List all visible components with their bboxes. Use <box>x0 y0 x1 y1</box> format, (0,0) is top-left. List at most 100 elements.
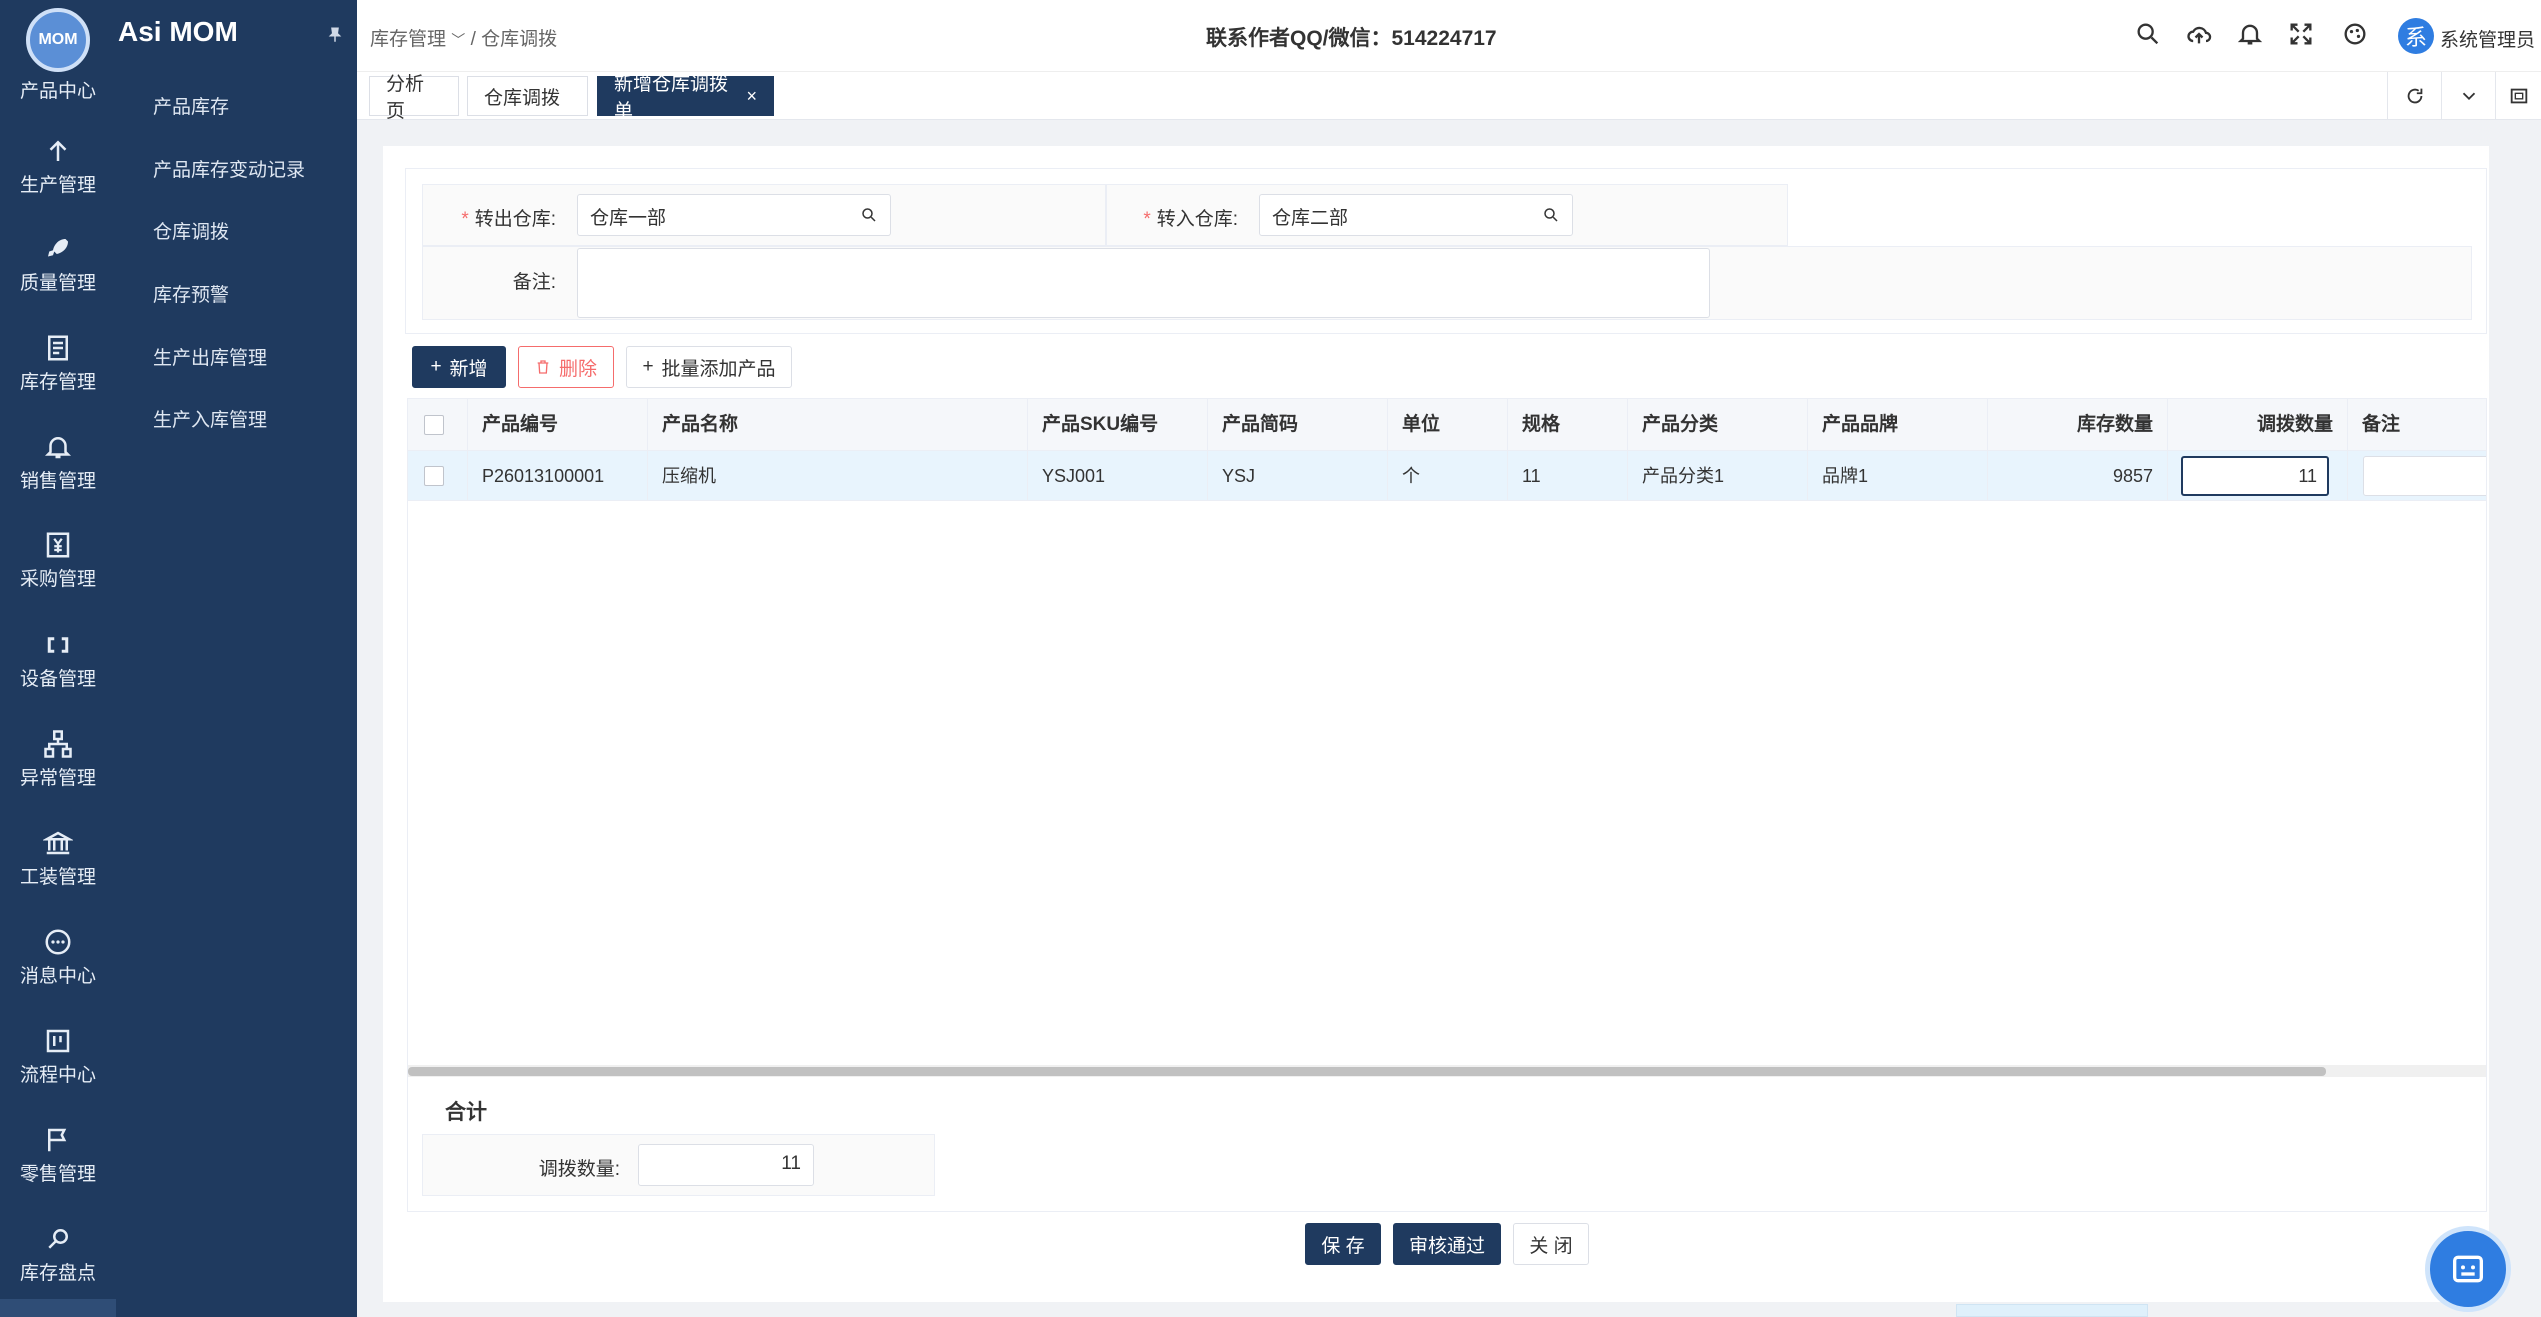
cloud-upload-icon[interactable] <box>2185 20 2213 48</box>
rail-item-tooling[interactable]: 工装管理 <box>0 828 116 924</box>
close-button[interactable]: 关 闭 <box>1513 1223 1589 1265</box>
palette-icon[interactable] <box>2341 20 2369 48</box>
bank-icon <box>43 831 73 855</box>
bell-icon[interactable] <box>2236 20 2264 48</box>
close-icon[interactable]: × <box>746 86 757 107</box>
rail-item-label: 零售管理 <box>19 1164 96 1185</box>
breadcrumb-sep: / <box>470 29 476 50</box>
col-header-sku[interactable]: 产品SKU编号 <box>1028 399 1208 451</box>
batch-add-button[interactable]: + 批量添加产品 <box>626 346 792 388</box>
save-button[interactable]: 保 存 <box>1305 1223 1381 1265</box>
tab-transfer[interactable]: 仓库调拨 <box>467 76 588 116</box>
plus-icon: + <box>430 356 442 377</box>
delete-button[interactable]: 删除 <box>518 346 614 388</box>
maximize-button[interactable] <box>2495 72 2541 120</box>
rail-item-quality[interactable]: 质量管理 <box>0 234 116 330</box>
row-checkbox[interactable] <box>424 466 444 486</box>
select-all-checkbox[interactable] <box>424 415 444 435</box>
submenu-item-product-stock[interactable]: 产品库存 <box>153 92 229 119</box>
rail-item-purchase[interactable]: 采购管理 <box>0 530 116 626</box>
rail-item-retail[interactable]: 零售管理 <box>0 1125 116 1221</box>
pin-icon[interactable] <box>326 24 344 46</box>
from-warehouse-field[interactable]: 仓库一部 <box>577 194 891 236</box>
breadcrumb-parent[interactable]: 库存管理 <box>370 29 446 50</box>
remark-label: 备注: <box>512 272 556 293</box>
rail-item-label: 采购管理 <box>19 569 96 590</box>
robot-icon <box>2453 1255 2483 1283</box>
assistant-button[interactable] <box>2425 1226 2511 1312</box>
header-select <box>408 399 468 451</box>
username[interactable]: 系统管理员 <box>2440 25 2535 52</box>
rail-item-workflow[interactable]: 流程中心 <box>0 1026 116 1122</box>
rail-item-equipment[interactable]: 设备管理 <box>0 630 116 726</box>
search-doc-icon <box>48 1229 68 1249</box>
scrollbar-thumb[interactable] <box>408 1067 2326 1076</box>
col-header-brand[interactable]: 产品品牌 <box>1808 399 1988 451</box>
col-header-short[interactable]: 产品简码 <box>1208 399 1388 451</box>
approve-button[interactable]: 审核通过 <box>1393 1223 1501 1265</box>
cell-category: 产品分类1 <box>1628 451 1808 501</box>
col-header-qty[interactable]: 调拨数量 <box>2168 399 2348 451</box>
search-icon[interactable] <box>1542 206 1560 224</box>
horizontal-scrollbar[interactable] <box>408 1065 2486 1077</box>
rail-item-label: 异常管理 <box>19 768 96 789</box>
rail-item-label: 销售管理 <box>19 471 96 492</box>
tab-label: 新增仓库调拨单 <box>614 74 729 122</box>
table-row[interactable]: P26013100001 压缩机 YSJ001 YSJ 个 11 产品分类1 品… <box>408 451 2486 501</box>
submenu-item-prod-outbound[interactable]: 生产出库管理 <box>153 343 267 370</box>
breadcrumb: 库存管理 ﹀ / 仓库调拨 <box>370 24 557 51</box>
document-icon <box>48 335 68 361</box>
rail-item-label: 库存管理 <box>19 372 96 393</box>
tab-new-transfer[interactable]: 新增仓库调拨单 × <box>597 74 774 122</box>
cell-stock: 9857 <box>1988 451 2168 501</box>
rail-item-messages[interactable]: 消息中心 <box>0 927 116 1023</box>
tab-menu-button[interactable] <box>2441 72 2495 120</box>
refresh-button[interactable] <box>2387 72 2441 120</box>
trash-icon <box>537 360 549 374</box>
tab-label: 仓库调拨 <box>484 87 561 109</box>
submenu-item-prod-inbound[interactable]: 生产入库管理 <box>153 405 267 432</box>
maximize-icon <box>2510 88 2527 104</box>
tab-label: 分析页 <box>386 74 425 122</box>
col-header-unit[interactable]: 单位 <box>1388 399 1508 451</box>
qty-input[interactable]: 11 <box>2181 456 2329 496</box>
product-table: 产品编号 产品名称 产品SKU编号 产品简码 单位 规格 产品分类 产品品牌 库… <box>407 398 2487 1212</box>
remark-field[interactable] <box>577 248 1710 318</box>
col-header-category[interactable]: 产品分类 <box>1628 399 1808 451</box>
rail-item-label: 消息中心 <box>19 966 96 987</box>
summary-title: 合计 <box>445 1101 487 1124</box>
app-logo: MOM <box>26 8 90 72</box>
col-header-stock[interactable]: 库存数量 <box>1988 399 2168 451</box>
yen-icon <box>46 532 70 558</box>
bell-icon <box>44 437 72 459</box>
cell-qty: 11 <box>2168 451 2348 501</box>
refresh-icon <box>2407 88 2422 104</box>
rail-item-label: 流程中心 <box>19 1065 96 1086</box>
submenu-item-stock-log[interactable]: 产品库存变动记录 <box>153 155 305 182</box>
rail-item-label: 生产管理 <box>19 175 96 196</box>
col-header-name[interactable]: 产品名称 <box>648 399 1028 451</box>
col-header-remark[interactable]: 备注 <box>2348 399 2486 451</box>
search-icon[interactable] <box>860 206 878 224</box>
add-button[interactable]: + 新增 <box>412 346 506 388</box>
submenu-item-stock-alert[interactable]: 库存预警 <box>153 280 229 307</box>
col-header-spec[interactable]: 规格 <box>1508 399 1628 451</box>
tab-analysis[interactable]: 分析页 <box>369 74 459 122</box>
submenu-item-transfer[interactable]: 仓库调拨 <box>153 217 229 244</box>
rail-item-inventory[interactable]: 库存管理 <box>0 333 116 429</box>
rail-item-production[interactable]: 生产管理 <box>0 136 116 232</box>
search-icon[interactable] <box>2134 20 2162 48</box>
table-header: 产品编号 产品名称 产品SKU编号 产品简码 单位 规格 产品分类 产品品牌 库… <box>408 399 2486 451</box>
breadcrumb-current: 仓库调拨 <box>481 29 558 50</box>
bottom-popup-edge <box>1956 1304 2148 1317</box>
rail-item-sales[interactable]: 销售管理 <box>0 432 116 528</box>
rail-item-product[interactable]: 产品中心 <box>0 72 116 112</box>
to-warehouse-field[interactable]: 仓库二部 <box>1259 194 1573 236</box>
remark-input[interactable] <box>2363 456 2486 496</box>
flag-icon <box>48 1128 67 1152</box>
rail-item-exception[interactable]: 异常管理 <box>0 729 116 825</box>
to-warehouse-label: * 转入仓库: <box>1143 209 1238 230</box>
col-header-code[interactable]: 产品编号 <box>468 399 648 451</box>
avatar[interactable]: 系 <box>2398 18 2434 54</box>
fullscreen-icon[interactable] <box>2287 20 2315 48</box>
